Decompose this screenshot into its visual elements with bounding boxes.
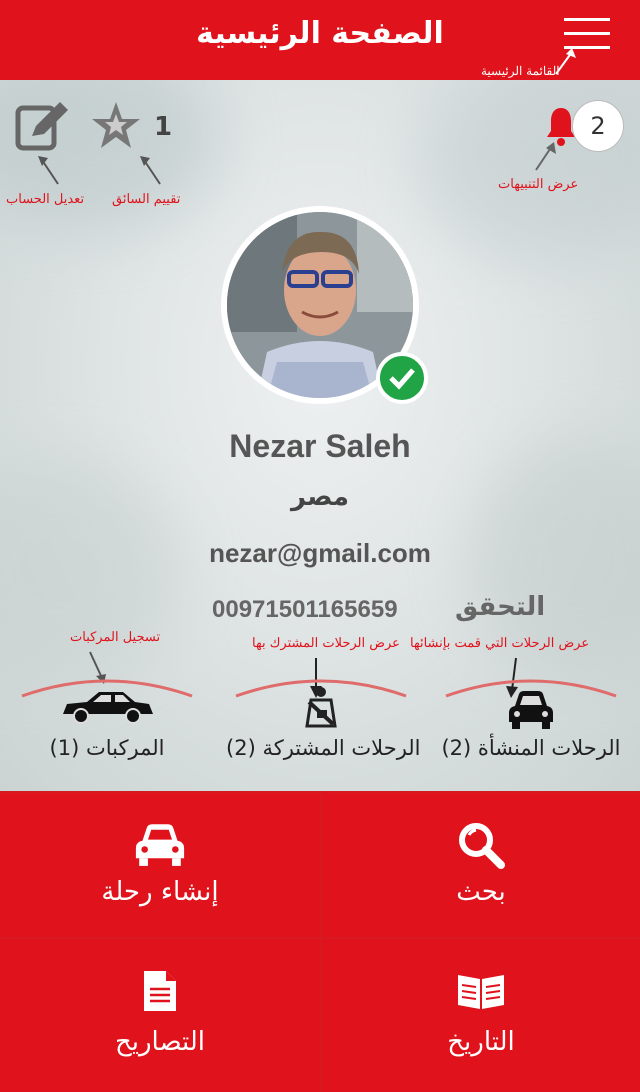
permits-label: التصاريح <box>114 1027 206 1057</box>
notification-count-badge[interactable]: 2 <box>572 100 624 152</box>
car-front-icon <box>507 688 555 734</box>
car-front-icon <box>133 821 187 871</box>
page-title: الصفحة الرئيسية <box>196 16 444 51</box>
notifications-annotation-arrow-icon <box>535 142 556 171</box>
verified-check-icon <box>376 352 428 404</box>
stat-shared-trips[interactable]: الرحلات المشتركة (2) <box>226 672 421 782</box>
user-country: مصر <box>291 482 349 512</box>
stat-created-trips[interactable]: الرحلات المنشأة (2) <box>436 672 626 782</box>
menu-annotation-arrow-icon <box>555 48 576 75</box>
history-label: التاريخ <box>447 1027 515 1057</box>
notifications-annotation: عرض التنبيهات <box>498 177 579 192</box>
edit-annotation-arrow-icon <box>38 156 59 185</box>
driver-rating-annotation: تقييم السائق <box>112 192 181 207</box>
create-trip-button[interactable]: إنشاء رحلة <box>0 793 320 937</box>
history-button[interactable]: التاريخ <box>322 939 640 1092</box>
document-icon <box>142 969 178 1017</box>
search-label: بحث <box>456 877 506 907</box>
created-trips-annotation: عرض الرحلات التي قمت بإنشائها <box>410 636 590 651</box>
vehicles-label: المركبات (1) <box>49 736 165 760</box>
seatbelt-icon <box>301 686 341 734</box>
search-icon <box>457 821 505 873</box>
user-name: Nezar Saleh <box>229 428 411 464</box>
create-trip-label: إنشاء رحلة <box>101 877 219 907</box>
created-trips-label: الرحلات المنشأة (2) <box>441 736 621 760</box>
driver-rating-value: 1 <box>154 112 173 142</box>
search-button[interactable]: بحث <box>322 793 640 937</box>
car-side-icon <box>59 686 155 730</box>
shared-trips-label: الرحلات المشتركة (2) <box>226 736 421 760</box>
verify-link[interactable]: التحقق <box>455 592 545 622</box>
menu-annotation: القائمة الرئيسية <box>481 64 560 78</box>
vehicles-annotation: تسجيل المركبات <box>70 630 161 645</box>
permits-button[interactable]: التصاريح <box>0 939 320 1092</box>
shared-trips-annotation: عرض الرحلات المشترك بها <box>252 636 400 651</box>
user-email: nezar@gmail.com <box>209 538 431 568</box>
driver-rating-star-icon[interactable] <box>90 100 142 154</box>
stat-vehicles[interactable]: المركبات (1) <box>12 672 202 782</box>
rating-annotation-arrow-icon <box>140 156 161 185</box>
edit-account-icon[interactable] <box>14 98 70 158</box>
edit-account-annotation: تعديل الحساب <box>6 192 85 207</box>
user-phone: 00971501165659 <box>212 596 398 623</box>
open-book-icon <box>454 971 508 1015</box>
